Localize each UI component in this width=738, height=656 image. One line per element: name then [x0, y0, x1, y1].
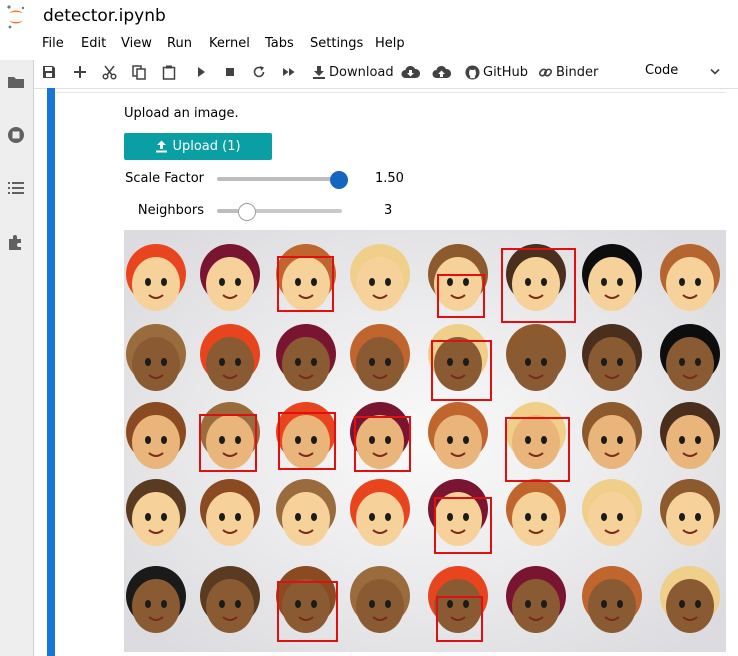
menu-settings[interactable]: Settings — [310, 36, 363, 51]
active-cell-indicator[interactable] — [47, 88, 55, 656]
restart-kernel-button[interactable] — [252, 60, 266, 84]
menu-run[interactable]: Run — [167, 36, 192, 51]
binder-button[interactable]: Binder — [538, 60, 598, 84]
left-sidebar — [0, 60, 34, 656]
neighbors-slider-handle[interactable] — [237, 203, 256, 221]
scale-factor-slider-fill — [217, 177, 339, 181]
run-cell-button[interactable] — [195, 60, 207, 84]
detection-output-image — [124, 230, 726, 652]
cloud-upload-button[interactable] — [432, 60, 451, 84]
upload-icon — [156, 140, 168, 153]
folder-icon[interactable] — [6, 72, 26, 92]
neighbors-slider[interactable] — [217, 203, 342, 221]
menu-view[interactable]: View — [121, 36, 152, 51]
save-button[interactable] — [42, 60, 56, 84]
menu-file[interactable]: File — [42, 36, 64, 51]
menu-bar: File Edit View Run Kernel Tabs Settings … — [0, 34, 738, 56]
chevron-down-icon — [710, 68, 720, 75]
menu-kernel[interactable]: Kernel — [209, 36, 250, 51]
extensions-icon[interactable] — [6, 232, 26, 252]
cut-icon — [102, 65, 117, 80]
cloud-download-button[interactable] — [401, 60, 420, 84]
neighbors-value: 3 — [384, 203, 393, 218]
running-icon[interactable] — [6, 125, 26, 145]
cell-input-area — [56, 88, 726, 93]
scale-factor-value: 1.50 — [375, 171, 404, 186]
download-button[interactable]: Download — [312, 60, 394, 84]
cloud-download-icon — [401, 65, 420, 78]
download-icon — [313, 66, 325, 79]
run-icon — [198, 67, 205, 77]
copy-icon — [132, 64, 146, 80]
scale-factor-label: Scale Factor — [125, 171, 204, 186]
upload-label: Upload (1) — [172, 139, 241, 154]
github-label: GitHub — [483, 64, 529, 80]
download-label: Download — [329, 64, 394, 80]
cloud-upload-icon — [432, 65, 451, 78]
fast-forward-icon — [283, 68, 295, 76]
output-prompt-text: Upload an image. — [124, 106, 239, 121]
add-cell-icon — [74, 66, 86, 78]
upload-button[interactable]: Upload (1) — [124, 133, 272, 160]
restart-run-all-button[interactable] — [282, 60, 296, 84]
cell-type-dropdown[interactable]: Code — [637, 60, 725, 84]
paste-button[interactable] — [162, 60, 176, 84]
copy-button[interactable] — [132, 60, 146, 84]
restart-icon — [253, 66, 265, 78]
menu-edit[interactable]: Edit — [81, 36, 106, 51]
commands-icon[interactable] — [6, 178, 26, 198]
binder-label: Binder — [556, 64, 599, 80]
menu-help[interactable]: Help — [375, 36, 405, 51]
github-button[interactable]: GitHub — [465, 60, 528, 84]
paste-icon — [162, 65, 176, 80]
stop-icon — [226, 68, 234, 76]
scale-factor-slider[interactable] — [217, 171, 349, 189]
add-cell-button[interactable] — [73, 60, 87, 84]
title-bar: detector.ipynb — [0, 0, 738, 34]
jupyter-logo-icon[interactable] — [6, 4, 26, 30]
notebook-toolbar: Download GitHub Binder Code — [34, 60, 738, 84]
binder-icon — [538, 67, 553, 77]
interrupt-kernel-button[interactable] — [224, 60, 236, 84]
save-icon — [43, 66, 55, 78]
scale-factor-slider-handle[interactable] — [330, 171, 349, 189]
cut-button[interactable] — [102, 60, 117, 84]
cell-type-value: Code — [645, 63, 679, 78]
neighbors-label: Neighbors — [137, 203, 204, 218]
faces-picture — [124, 230, 726, 652]
notebook-title: detector.ipynb — [43, 6, 166, 26]
menu-tabs[interactable]: Tabs — [265, 36, 294, 51]
github-icon — [465, 64, 480, 80]
